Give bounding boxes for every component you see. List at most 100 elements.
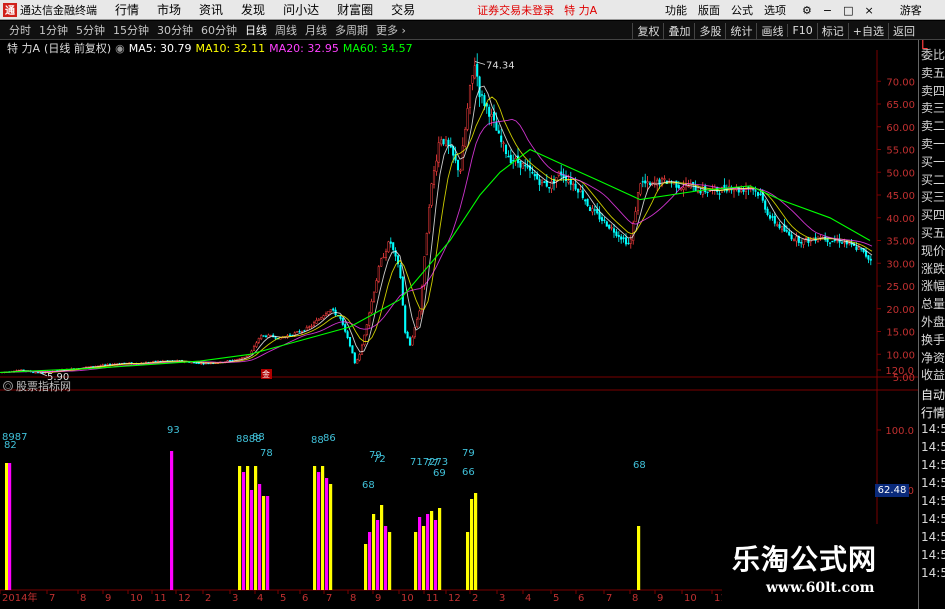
menu-xuanxiang[interactable]: 选项 (764, 2, 786, 18)
indicator-bar (434, 520, 438, 590)
candle-body (699, 190, 702, 194)
period-5min[interactable]: 5分钟 (72, 22, 109, 38)
period-15min[interactable]: 15分钟 (109, 22, 153, 38)
user-label[interactable]: 游客 (900, 2, 922, 18)
candle-body (260, 335, 263, 340)
login-status[interactable]: 证券交易未登录 (477, 2, 554, 18)
tool-duogu[interactable]: 多股 (694, 22, 725, 39)
period-fenshi[interactable]: 分时 (5, 22, 35, 38)
candle-body (384, 251, 388, 258)
period-30min[interactable]: 30分钟 (153, 22, 197, 38)
tool-zixuan[interactable]: +自选 (847, 22, 888, 39)
bar-value-label: 79 (462, 448, 475, 459)
candle-body (348, 336, 352, 347)
candle-body (574, 183, 577, 190)
menu-shichang[interactable]: 市场 (157, 1, 181, 18)
period-1min[interactable]: 1分钟 (35, 22, 72, 38)
bar-value-label: 93 (167, 425, 180, 436)
menu-faxian[interactable]: 发现 (241, 1, 265, 18)
tool-f10[interactable]: F10 (787, 24, 816, 37)
indicator-title: 股票指标网 (16, 380, 71, 393)
time-tick-label: 2 (472, 593, 478, 604)
candle-body (802, 239, 805, 245)
candle-body (860, 248, 863, 250)
period-60min[interactable]: 60分钟 (197, 22, 241, 38)
candle-body (456, 160, 460, 171)
period-daily[interactable]: 日线 (241, 22, 271, 38)
candlestick-series (0, 53, 872, 375)
quote-field-label: 买三 (921, 190, 945, 205)
time-tick-label: 12 (178, 593, 191, 604)
time-tick-label: 11 (426, 593, 439, 604)
moving-average-lines (0, 85, 873, 373)
menu-jiaoyi[interactable]: 交易 (391, 1, 415, 18)
candle-body (257, 338, 260, 343)
menu-gongneng[interactable]: 功能 (665, 2, 687, 18)
candle-body (509, 154, 512, 164)
candle-body (766, 208, 769, 215)
candle-body (627, 242, 630, 245)
candle-body (466, 108, 469, 130)
candle-body (332, 308, 335, 311)
tool-huaxian[interactable]: 画线 (756, 22, 787, 39)
candle-body (392, 242, 395, 250)
candle-body (778, 224, 781, 229)
close-icon[interactable]: × (865, 4, 874, 17)
indicator-header[interactable]: ○ 股票指标网 (3, 378, 71, 394)
candle-body (303, 330, 306, 332)
candle-body (843, 241, 846, 244)
indicator-icon[interactable]: ○ (3, 381, 13, 391)
candle-body (840, 242, 844, 244)
candle-body (732, 189, 736, 192)
candle-body (425, 233, 428, 256)
candle-body (771, 216, 774, 218)
period-more[interactable]: 更多 › (372, 22, 410, 38)
ma10-line (0, 96, 873, 373)
menu-hangqing[interactable]: 行情 (115, 1, 139, 18)
tool-fuquan[interactable]: 复权 (632, 22, 663, 39)
maximize-icon[interactable]: □ (843, 4, 853, 17)
quote-field-label: 买四 (921, 208, 945, 223)
candle-body (370, 301, 373, 314)
indicator-bar (262, 496, 266, 590)
bar-value-label: 66 (462, 467, 475, 478)
indicator-bar (266, 496, 270, 590)
candle-body (641, 181, 644, 183)
candle-body (356, 359, 359, 364)
tool-fanhui[interactable]: 返回 (888, 22, 919, 39)
candle-body (867, 255, 870, 260)
candle-body (828, 242, 832, 244)
menu-wenxiaoda[interactable]: 问小达 (283, 1, 319, 18)
tool-diejia[interactable]: 叠加 (663, 22, 694, 39)
event-marker-label: 金 (262, 369, 270, 379)
period-multi[interactable]: 多周期 (331, 22, 372, 38)
tool-tongji[interactable]: 统计 (725, 22, 756, 39)
ma5-line (0, 85, 873, 373)
bar-value-label: 88 (252, 432, 265, 443)
tool-biaoji[interactable]: 标记 (816, 22, 848, 39)
candle-body (464, 129, 467, 147)
menu-banmian[interactable]: 版面 (698, 2, 720, 18)
menu-zixun[interactable]: 资讯 (199, 1, 223, 18)
bar-value-label: 88 (311, 435, 324, 446)
price-tick-label: 45.00 (886, 191, 915, 202)
candle-body (238, 358, 241, 360)
menu-gongshi[interactable]: 公式 (731, 2, 753, 18)
candle-body (310, 325, 313, 328)
quote-field-label: 涨跌 (921, 261, 945, 276)
tick-time-label: 14:55 (921, 422, 945, 436)
candle-body (524, 164, 527, 167)
quote-field-label: 买二 (921, 172, 945, 187)
period-monthly[interactable]: 月线 (301, 22, 331, 38)
indicator-bar (372, 514, 376, 590)
settings-icon[interactable]: ⚙ (802, 4, 812, 17)
price-tick-label: 50.00 (886, 168, 915, 179)
minimize-icon[interactable]: − (823, 4, 832, 17)
candle-body (795, 236, 798, 242)
period-weekly[interactable]: 周线 (271, 22, 301, 38)
quote-field-label: 现价 (921, 243, 945, 258)
quote-field-label: 总量 (921, 297, 945, 312)
watermark-title: 乐淘公式网 (732, 543, 878, 576)
candle-body (507, 155, 510, 158)
menu-caifuquan[interactable]: 财富圈 (337, 1, 373, 18)
